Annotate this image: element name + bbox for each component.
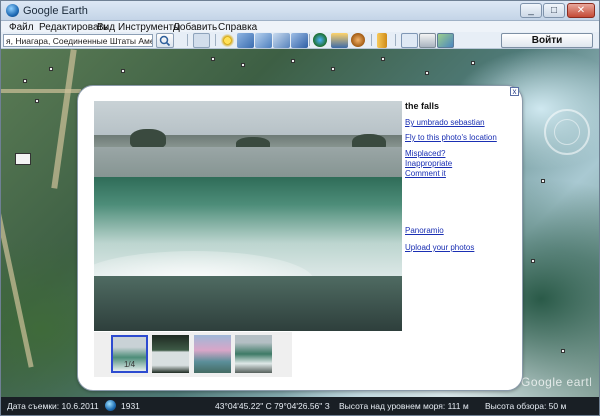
panoramio-photo[interactable] [94, 101, 402, 331]
window-title: Google Earth [23, 5, 88, 17]
photo-island-trees [130, 129, 166, 149]
maps-icon[interactable] [437, 33, 454, 48]
google-earth-logo: Google earth [521, 375, 596, 389]
thumbnail-3[interactable] [194, 335, 231, 373]
print-icon[interactable] [419, 33, 436, 48]
minimize-button[interactable]: _ [520, 3, 542, 18]
path-icon[interactable] [255, 33, 272, 48]
misplaced-link[interactable]: Misplaced? [405, 149, 445, 158]
map-photo-marker[interactable] [23, 79, 27, 83]
imagery-year: 1931 [121, 401, 140, 411]
comment-link[interactable]: Comment it [405, 169, 446, 178]
thumbnail-1[interactable]: 1/4 [111, 335, 148, 373]
google-earth-app-icon [6, 4, 19, 17]
sidebar-toggle-icon[interactable] [193, 33, 210, 48]
status-bar: Дата съемки: 10.6.2011 1931 43°04'45.22"… [1, 397, 599, 415]
google-earth-watermark: Google earth [521, 373, 596, 394]
eye-altitude: Высота обзора: 50 м [485, 401, 567, 411]
image-overlay-icon[interactable] [273, 33, 290, 48]
map-road [1, 89, 81, 93]
photo-author-link[interactable]: By umbrado sebastian [405, 118, 485, 127]
map-photo-marker[interactable] [331, 67, 335, 71]
fly-to-location-link[interactable]: Fly to this photo's location [405, 133, 497, 142]
thumbnail-counter: 1/4 [123, 360, 136, 369]
toolbar-separator [215, 34, 216, 46]
historical-imagery-icon[interactable] [313, 33, 327, 47]
imagery-date: Дата съемки: 10.6.2011 [7, 401, 99, 411]
tour-icon[interactable] [291, 33, 308, 48]
map-photo-marker[interactable] [531, 259, 535, 263]
polygon-icon[interactable] [237, 33, 254, 48]
search-button[interactable] [156, 33, 174, 48]
email-icon[interactable] [401, 33, 418, 48]
planets-icon[interactable] [351, 33, 365, 47]
google-earth-window: Google Earth _ □ ✕ Файл Редактировать Ви… [0, 0, 600, 416]
map-photo-marker[interactable] [561, 349, 565, 353]
map-photo-marker[interactable] [49, 67, 53, 71]
photo-thumbnail-strip: 1/4 [94, 332, 292, 377]
search-input[interactable]: я, Ниагара, Соединенные Штаты Америки [3, 34, 153, 47]
map-photo-marker[interactable] [211, 57, 215, 61]
ground-elevation: Высота над уровнем моря: 111 м [339, 401, 469, 411]
placemark-icon[interactable] [219, 33, 236, 48]
map-photo-marker[interactable] [381, 57, 385, 61]
map-photo-marker[interactable] [35, 99, 39, 103]
map-photo-marker[interactable] [15, 153, 31, 165]
title-bar[interactable]: Google Earth _ □ ✕ [1, 1, 599, 21]
map-photo-marker[interactable] [291, 59, 295, 63]
toolbar-separator [395, 34, 396, 46]
toolbar-separator [371, 34, 372, 46]
map-photo-marker[interactable] [471, 61, 475, 65]
map-photo-marker[interactable] [425, 71, 429, 75]
map-photo-marker[interactable] [121, 69, 125, 73]
toolbar-separator [187, 34, 188, 46]
map-photo-marker[interactable] [541, 179, 545, 183]
search-icon [159, 35, 171, 47]
pointer-coordinates: 43°04'45.22" С 79°04'26.56" З [215, 401, 330, 411]
navigation-look-ring[interactable] [554, 119, 580, 145]
thumbnail-2[interactable] [152, 335, 189, 373]
ruler-icon[interactable] [377, 33, 387, 48]
search-toolbar-row: я, Ниагара, Соединенные Штаты Америки Во… [1, 32, 599, 49]
map-road [51, 49, 77, 189]
map-road [1, 200, 34, 368]
close-button[interactable]: ✕ [567, 3, 595, 18]
map-photo-marker[interactable] [241, 63, 245, 67]
sunlight-icon[interactable] [331, 33, 348, 48]
panoramio-link[interactable]: Panoramio [405, 226, 444, 235]
thumbnail-4[interactable] [235, 335, 272, 373]
balloon-close-button[interactable]: x [510, 87, 519, 96]
svg-text:Google earth: Google earth [521, 375, 591, 389]
photo-rock-foreground [94, 276, 402, 331]
inappropriate-link[interactable]: Inappropriate [405, 159, 452, 168]
toolbar-separator [309, 34, 310, 46]
go-button[interactable]: Войти [501, 33, 593, 48]
upload-photos-link[interactable]: Upload your photos [405, 243, 474, 252]
photo-title: the falls [405, 101, 440, 111]
maximize-button[interactable]: □ [543, 3, 565, 18]
historical-imagery-icon[interactable] [105, 400, 116, 411]
